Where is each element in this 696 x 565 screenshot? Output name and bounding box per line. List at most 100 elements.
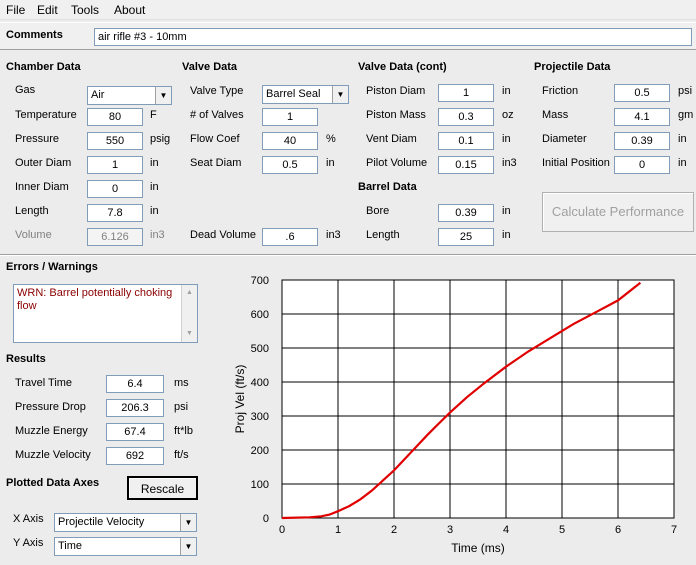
piston-diam-input[interactable]: 1 [438, 84, 494, 102]
bore-input[interactable]: 0.39 [438, 204, 494, 222]
length-input[interactable]: 7.8 [87, 204, 143, 222]
chevron-down-icon: ▼ [155, 87, 171, 104]
piston-mass-label: Piston Mass [366, 109, 426, 121]
pressure-input[interactable]: 550 [87, 132, 143, 150]
num-valves-label: # of Valves [190, 109, 244, 121]
valve-type-select[interactable]: Barrel Seal ▼ [262, 85, 349, 104]
scroll-up-icon[interactable]: ▲ [182, 285, 197, 301]
piston-mass-unit: oz [502, 109, 514, 121]
friction-unit: psi [678, 85, 693, 97]
chevron-down-icon: ▼ [332, 86, 348, 103]
comments-label: Comments [6, 29, 63, 41]
travel-time-output: 6.4 [106, 375, 164, 393]
volume-label: Volume [15, 229, 52, 241]
errors-scrollbar[interactable]: ▲ ▼ [181, 285, 197, 342]
muzzle-velocity-unit: ft/s [174, 449, 189, 461]
vent-diam-label: Vent Diam [366, 133, 417, 145]
menu-about[interactable]: About [114, 3, 145, 17]
outer-diam-input[interactable]: 1 [87, 156, 143, 174]
y-axis-label: Y Axis [13, 537, 44, 549]
temperature-input[interactable]: 80 [87, 108, 143, 126]
menu-tools[interactable]: Tools [71, 3, 99, 17]
chart-x-tick-label: 6 [615, 524, 621, 536]
volume-output: 6.126 [87, 228, 143, 246]
vent-diam-input[interactable]: 0.1 [438, 132, 494, 150]
chart-y-tick-label: 700 [251, 275, 269, 287]
seat-diam-input[interactable]: 0.5 [262, 156, 318, 174]
comments-input[interactable]: air rifle #3 - 10mm [94, 28, 692, 46]
pilot-volume-unit: in3 [502, 157, 517, 169]
scroll-down-icon[interactable]: ▼ [182, 326, 197, 342]
calculate-performance-button[interactable]: Calculate Performance [542, 192, 694, 232]
errors-textarea[interactable]: WRN: Barrel potentially choking flow ▲ ▼ [13, 284, 198, 343]
chamber-title: Chamber Data [6, 61, 81, 73]
flow-coef-input[interactable]: 40 [262, 132, 318, 150]
travel-time-label: Travel Time [15, 377, 73, 389]
comments-bar: Comments air rifle #3 - 10mm [0, 22, 696, 50]
piston-diam-unit: in [502, 85, 511, 97]
muzzle-energy-unit: ft*lb [174, 425, 193, 437]
valve-title: Valve Data [182, 61, 238, 73]
bore-label: Bore [366, 205, 390, 217]
piston-mass-input[interactable]: 0.3 [438, 108, 494, 126]
muzzle-energy-output: 67.4 [106, 423, 164, 441]
length-unit: in [150, 205, 159, 217]
proj-mass-input[interactable]: 4.1 [614, 108, 670, 126]
chevron-down-icon: ▼ [180, 538, 196, 555]
pressure-drop-unit: psi [174, 401, 189, 413]
travel-time-unit: ms [174, 377, 189, 389]
chart-x-tick-label: 0 [279, 524, 285, 536]
friction-label: Friction [542, 85, 579, 97]
chart-y-tick-label: 100 [251, 479, 269, 491]
chart-y-tick-label: 400 [251, 377, 269, 389]
init-position-label: Initial Position [542, 157, 610, 169]
valve-type-label: Valve Type [190, 85, 244, 97]
pilot-volume-label: Pilot Volume [366, 157, 428, 169]
results-title: Results [6, 353, 46, 365]
chart-x-tick-label: 5 [559, 524, 565, 536]
chart-x-tick-label: 7 [671, 524, 677, 536]
projectile-title: Projectile Data [534, 61, 611, 73]
chart-x-tick-label: 3 [447, 524, 453, 536]
menu-file[interactable]: File [6, 3, 25, 17]
chart-plot-area [281, 279, 675, 519]
bore-unit: in [502, 205, 511, 217]
pilot-volume-input[interactable]: 0.15 [438, 156, 494, 174]
axes-title: Plotted Data Axes [6, 477, 100, 489]
num-valves-input[interactable]: 1 [262, 108, 318, 126]
flow-coef-label: Flow Coef [190, 133, 240, 145]
valve-cont-title: Valve Data (cont) [358, 61, 447, 73]
barrel-length-input[interactable]: 25 [438, 228, 494, 246]
dead-volume-input[interactable]: .6 [262, 228, 318, 246]
seat-diam-label: Seat Diam [190, 157, 242, 169]
section-divider [0, 254, 696, 256]
muzzle-velocity-label: Muzzle Velocity [15, 449, 91, 461]
flow-coef-unit: % [326, 133, 336, 145]
init-position-unit: in [678, 157, 687, 169]
proj-mass-unit: gm [678, 109, 694, 121]
inner-diam-input[interactable]: 0 [87, 180, 143, 198]
proj-diameter-input[interactable]: 0.39 [614, 132, 670, 150]
muzzle-energy-label: Muzzle Energy [15, 425, 88, 437]
init-position-input[interactable]: 0 [614, 156, 670, 174]
pressure-drop-output: 206.3 [106, 399, 164, 417]
menu-bar: File Edit Tools About [0, 0, 696, 20]
y-axis-select[interactable]: Time ▼ [54, 537, 197, 556]
seat-diam-unit: in [326, 157, 335, 169]
x-axis-select[interactable]: Projectile Velocity ▼ [54, 513, 197, 532]
chart-y-label: Proj Vel (ft/s) [233, 365, 247, 434]
menu-edit[interactable]: Edit [37, 3, 58, 17]
barrel-title: Barrel Data [358, 181, 417, 193]
rescale-button[interactable]: Rescale [127, 476, 198, 500]
chart-x-label: Time (ms) [451, 541, 505, 555]
chart-x-tick-label: 4 [503, 524, 509, 536]
pressure-unit: psig [150, 133, 171, 145]
velocity-chart: 0 1 2 3 4 5 6 7 0 100 200 300 400 500 600 700 Time (ms)… [233, 275, 677, 555]
pressure-label: Pressure [15, 133, 60, 145]
friction-input[interactable]: 0.5 [614, 84, 670, 102]
chart-x-tick-label: 1 [335, 524, 341, 536]
proj-diameter-label: Diameter [542, 133, 587, 145]
gas-select[interactable]: Air ▼ [87, 86, 172, 105]
dead-volume-label: Dead Volume [190, 229, 257, 241]
proj-diameter-unit: in [678, 133, 687, 145]
